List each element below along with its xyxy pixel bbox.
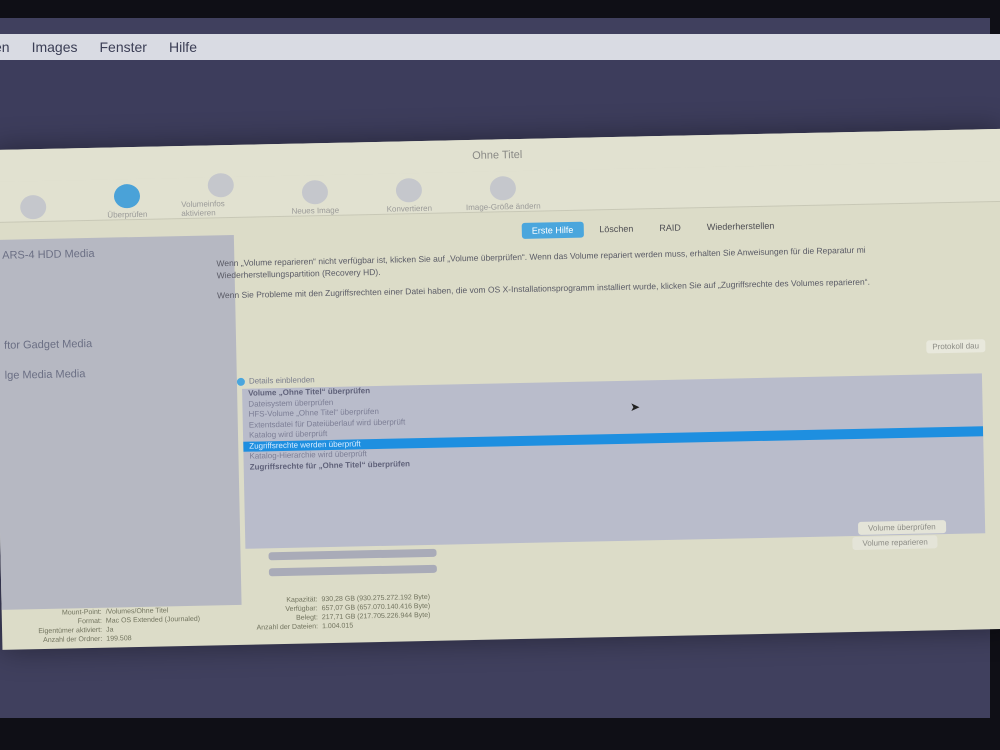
- verify-permissions-button[interactable]: [268, 548, 437, 561]
- tab-raid[interactable]: RAID: [649, 219, 691, 236]
- toolbar-resize-image[interactable]: Image-Größe ändern: [463, 175, 544, 212]
- toolbar-label: Image-Größe ändern: [465, 201, 541, 213]
- toolbar-new-image[interactable]: Neues Image: [275, 179, 356, 216]
- tab-bar: Erste Hilfe Löschen RAID Wiederherstelle…: [521, 217, 785, 239]
- sidebar-item-gadget[interactable]: ftor Gadget Media: [0, 338, 100, 352]
- disk-utility-window: Ohne Titel Überprüfen Volumeinfos aktivi…: [0, 128, 1000, 650]
- toolbar-label: Volumeinfos aktivieren: [181, 199, 225, 219]
- tab-first-aid[interactable]: Erste Hilfe: [521, 221, 584, 239]
- verify-icon: [113, 183, 141, 209]
- convert-icon: [395, 178, 423, 203]
- toolbar-verify[interactable]: Überprüfen: [87, 183, 168, 220]
- repair-volume-button[interactable]: Volume reparieren: [852, 535, 938, 551]
- info-values-right: 930,28 GB (930.275.272.192 Byte) 657,07 …: [321, 591, 522, 631]
- checkbox-icon: [236, 377, 245, 386]
- toolbar-journal[interactable]: Volumeinfos aktivieren: [181, 172, 262, 218]
- toolbar-label: Neues Image: [291, 205, 340, 216]
- device-sidebar: ARS-4 HDD Media ftor Gadget Media lge Me…: [0, 234, 242, 610]
- details-toggle[interactable]: Details einblenden: [236, 375, 315, 386]
- menu-images[interactable]: Images: [32, 39, 78, 55]
- menu-hilfe[interactable]: Hilfe: [169, 39, 197, 55]
- menu-item-partial[interactable]: en: [0, 39, 10, 55]
- sidebar-item-media[interactable]: lge Media Media: [0, 368, 94, 382]
- repair-permissions-button[interactable]: [268, 564, 437, 577]
- info-label: Anzahl der Dateien:: [256, 623, 319, 632]
- toolbar-convert[interactable]: Konvertieren: [369, 177, 450, 214]
- details-label: Details einblenden: [248, 375, 315, 386]
- journal-icon: [207, 172, 235, 198]
- menu-fenster[interactable]: Fenster: [100, 39, 147, 55]
- show-log-button[interactable]: Protokoll dau: [926, 339, 986, 354]
- mouse-cursor-icon: ➤: [630, 400, 641, 414]
- menu-bar: en Images Fenster Hilfe: [0, 34, 1000, 60]
- info-labels-left: Mount-Point: Format: Eigentümer aktivier…: [12, 608, 103, 646]
- toolbar-label: Konvertieren: [386, 203, 433, 214]
- resize-icon: [489, 176, 517, 201]
- new-image-icon: [301, 179, 329, 205]
- info-labels-right: Kapazität: Verfügbar: Belegt: Anzahl der…: [237, 595, 319, 633]
- toolbar-label: Überprüfen: [107, 209, 148, 220]
- info-label: Anzahl der Ordner:: [43, 635, 103, 645]
- sidebar-item-hdd[interactable]: ARS-4 HDD Media: [0, 248, 103, 262]
- verify-volume-button[interactable]: Volume überprüfen: [857, 520, 946, 535]
- info-value: 199.508: [106, 635, 132, 643]
- disk-icon: [19, 194, 47, 220]
- toolbar-item-partial[interactable]: [0, 194, 73, 222]
- info-values-left: /Volumes/Ohne Titel Mac OS Extended (Jou…: [106, 605, 227, 644]
- tab-restore[interactable]: Wiederherstellen: [697, 217, 785, 235]
- tab-erase[interactable]: Löschen: [589, 220, 643, 237]
